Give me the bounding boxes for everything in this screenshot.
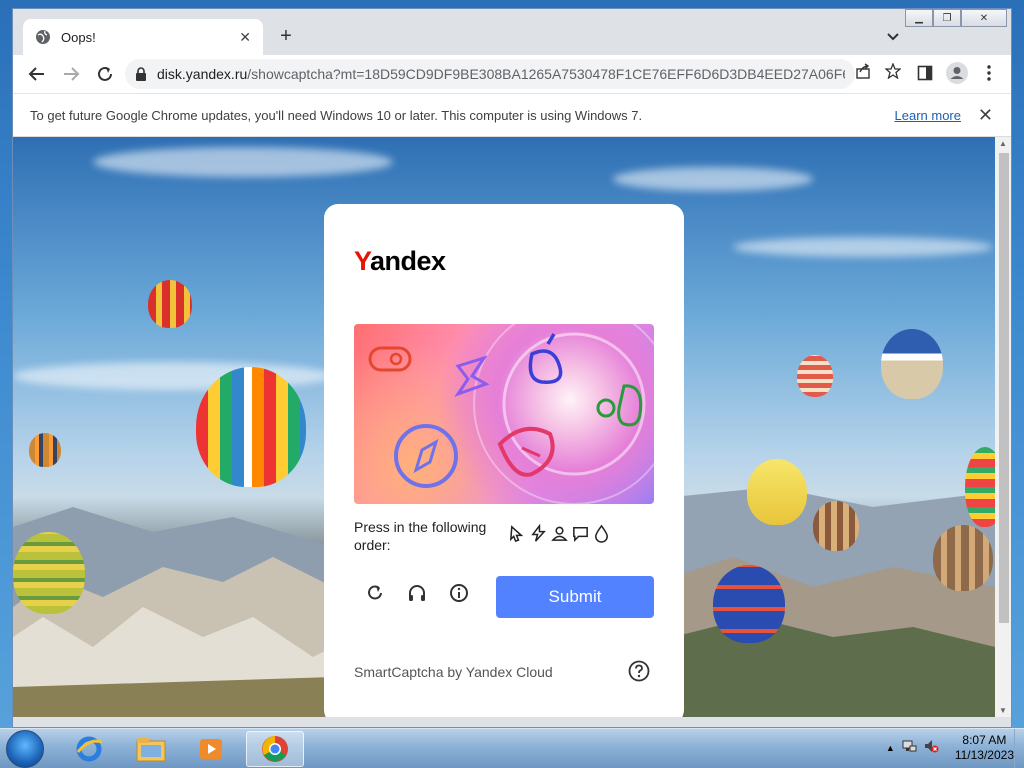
lock-icon (135, 67, 147, 81)
close-window-button[interactable]: ✕ (961, 9, 1007, 27)
clock-time: 8:07 AM (962, 733, 1007, 747)
captcha-shape-loop[interactable] (596, 384, 643, 427)
headphones-icon[interactable] (406, 582, 428, 604)
captcha-shape-pill[interactable] (368, 346, 412, 372)
infobar-close-icon[interactable]: ✕ (978, 105, 993, 126)
captcha-image[interactable] (354, 324, 654, 504)
globe-icon (35, 29, 51, 45)
help-icon[interactable] (628, 660, 650, 682)
clock[interactable]: 8:07 AM 11/13/2023 (955, 733, 1014, 763)
file-explorer-icon[interactable] (122, 731, 180, 767)
hot-air-balloon (747, 459, 807, 525)
captcha-shape-bolt[interactable] (454, 355, 490, 397)
side-panel-icon[interactable] (913, 61, 937, 85)
internet-explorer-icon[interactable] (60, 731, 118, 767)
windows-taskbar: ▲ 8:07 AM 11/13/2023 (0, 728, 1024, 768)
toolbar-right (913, 61, 1001, 85)
infobar-message: To get future Google Chrome updates, you… (30, 107, 643, 123)
hot-air-balloon (797, 355, 833, 397)
start-button[interactable] (6, 730, 44, 768)
info-icon[interactable] (448, 582, 470, 604)
captcha-instruction: Press in the following order: (354, 519, 487, 553)
captcha-order-sequence (508, 524, 611, 543)
media-player-icon[interactable] (182, 731, 240, 767)
smartcaptcha-credit: SmartCaptcha by Yandex Cloud (354, 664, 553, 680)
hot-air-balloon (713, 565, 785, 643)
captcha-shape-drop[interactable] (497, 426, 555, 477)
scroll-thumb[interactable] (999, 153, 1009, 623)
hot-air-balloon (933, 525, 993, 591)
url-path: /showcaptcha?mt=18D59CD9DF9BE308BA1265A7… (247, 66, 845, 82)
url-host: disk.yandex.ru (157, 66, 248, 82)
tab-strip: Oops! ✕ + ▁ ❐ ✕ (13, 9, 1011, 55)
show-desktop-button[interactable] (1014, 729, 1024, 768)
browser-window: Oops! ✕ + ▁ ❐ ✕ disk.yandex.ru /showcapt… (12, 8, 1012, 728)
cursor-icon (509, 525, 524, 543)
drop-icon (595, 524, 608, 543)
system-tray: ▲ 8:07 AM 11/13/2023 (886, 733, 1014, 763)
bolt-icon (531, 524, 546, 542)
scroll-down-arrow-icon[interactable]: ▼ (999, 706, 1007, 715)
captcha-shape-compass[interactable] (394, 424, 458, 488)
cloud (733, 237, 993, 257)
hot-air-balloon (13, 532, 85, 614)
tray-expand-arrow-icon[interactable]: ▲ (886, 743, 895, 753)
learn-more-link[interactable]: Learn more (895, 108, 961, 123)
network-icon[interactable] (901, 738, 917, 759)
update-infobar: To get future Google Chrome updates, you… (13, 93, 1011, 137)
hot-air-balloon (196, 367, 306, 487)
clock-date: 11/13/2023 (954, 748, 1014, 762)
hot-air-balloon (148, 280, 192, 328)
tab-oops[interactable]: Oops! ✕ (23, 19, 263, 55)
user-icon (551, 526, 568, 541)
chat-icon (573, 527, 588, 542)
share-icon[interactable] (855, 63, 871, 84)
page-scrollbar[interactable]: ▲ ▼ (995, 137, 1011, 717)
page-background: Yandex Press in the following order: Sub… (13, 137, 995, 717)
chevron-down-icon[interactable] (883, 27, 903, 47)
maximize-button[interactable]: ❐ (933, 9, 961, 27)
submit-button[interactable]: Submit (496, 576, 654, 618)
bookmark-star-icon[interactable] (884, 62, 902, 84)
tab-close-icon[interactable]: ✕ (239, 29, 251, 46)
volume-muted-icon[interactable] (923, 738, 939, 759)
captcha-controls (364, 582, 470, 604)
address-bar[interactable]: disk.yandex.ru /showcaptcha?mt=18D59CD9D… (125, 59, 855, 89)
hot-air-balloon (881, 329, 943, 399)
refresh-icon[interactable] (364, 582, 386, 604)
yandex-logo: Yandex (354, 246, 446, 276)
tab-title: Oops! (61, 29, 96, 45)
profile-avatar-icon[interactable] (945, 61, 969, 85)
minimize-button[interactable]: ▁ (905, 9, 933, 27)
menu-dots-icon[interactable] (977, 61, 1001, 85)
toolbar: disk.yandex.ru /showcaptcha?mt=18D59CD9D… (13, 55, 1011, 93)
new-tab-button[interactable]: + (275, 25, 297, 47)
scroll-up-arrow-icon[interactable]: ▲ (999, 139, 1007, 148)
hot-air-balloon (965, 447, 995, 527)
back-arrow-icon[interactable] (21, 58, 53, 90)
cloud (93, 147, 393, 177)
forward-arrow-icon[interactable] (55, 58, 87, 90)
hot-air-balloon (813, 501, 859, 551)
omnibox-actions (855, 62, 902, 84)
reload-icon[interactable] (89, 58, 121, 90)
window-controls: ▁ ❐ ✕ (905, 9, 1007, 27)
captcha-card: Yandex Press in the following order: Sub… (324, 204, 684, 717)
chrome-icon[interactable] (246, 731, 304, 767)
hot-air-balloon (29, 433, 61, 467)
cloud (613, 167, 813, 191)
